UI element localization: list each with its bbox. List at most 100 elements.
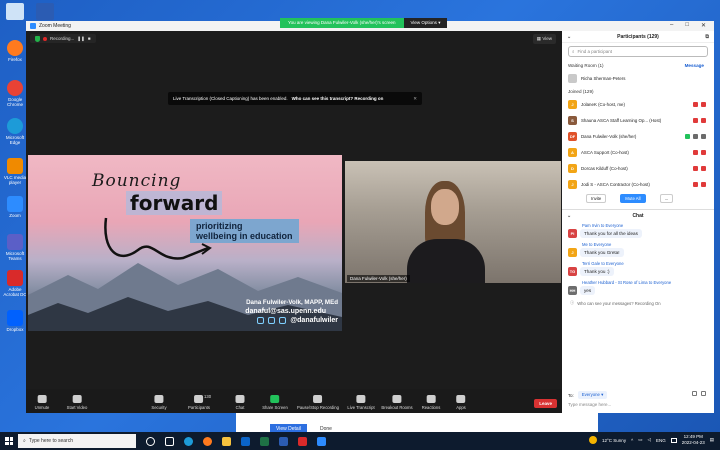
reactions-button[interactable]: Reactions [422, 395, 440, 410]
taskbar-search[interactable]: ⌕ Type here to search [18, 434, 136, 448]
view-options-button[interactable]: View Options ▾ [403, 18, 448, 28]
chat-message: Pam Irvin to Everyone PI Thank you for a… [562, 221, 714, 240]
desktop-icon-firefox[interactable]: Firefox [2, 40, 28, 62]
close-icon[interactable]: ✕ [701, 22, 706, 29]
recipient-select[interactable]: Everyone ▾ [577, 391, 608, 399]
message-link[interactable]: Message [685, 63, 704, 68]
meeting-area: Recording... ❚❚ ■ ▦ View Live Transcript… [26, 31, 562, 413]
word-icon[interactable] [36, 3, 54, 20]
unmute-button[interactable]: Unmute [35, 395, 49, 410]
chevron-up-icon[interactable]: ^ [631, 438, 633, 443]
waiting-room-section[interactable]: Waiting Room (1) Message [562, 60, 714, 70]
chat-header: ⌄ Chat [562, 209, 714, 221]
more-icon[interactable] [701, 391, 706, 396]
weather[interactable]: 12°C Sunny [602, 438, 626, 443]
avatar: J [568, 99, 577, 109]
outlook-icon[interactable] [241, 436, 250, 446]
start-button[interactable] [0, 437, 18, 445]
chat-input[interactable]: Type message here... [568, 402, 611, 407]
start-video-button[interactable]: Start Video [67, 395, 87, 410]
video-off-icon [72, 395, 82, 403]
excel-icon[interactable] [260, 436, 269, 446]
participant-row[interactable]: J JolaneK (Co-host, me) [562, 96, 714, 112]
recycle-bin-icon[interactable] [6, 3, 24, 20]
desktop-icon-edge[interactable]: Microsoft Edge [2, 118, 28, 145]
view-button[interactable]: ▦ View [532, 34, 556, 44]
cc-icon [356, 395, 366, 403]
desktop-icon-dropbox[interactable]: Dropbox [2, 310, 28, 332]
shared-screen-slide: Bouncing forward prioritizing wellbeing … [28, 155, 342, 331]
participant-row[interactable]: A ASCA Support (Co-host) [562, 144, 714, 160]
apps-icon [456, 395, 466, 403]
find-participant-input[interactable]: ⌕ Find a participant [568, 46, 708, 57]
network-icon[interactable]: ▭ [638, 437, 642, 443]
chat-button[interactable]: Chat [235, 395, 245, 410]
video-name-label: Dana Fulwiler-Volk (she/her) [347, 275, 410, 282]
notification-icon[interactable]: ▤ [710, 437, 714, 443]
microphone-muted-icon [693, 149, 698, 155]
more-button[interactable]: ... [659, 194, 674, 203]
teams-icon [7, 234, 23, 250]
taskbar: ⌕ Type here to search 12°C Sunny ^ ▭ ◁ E… [0, 432, 720, 450]
desktop-icon-acrobat[interactable]: Adobe Acrobat DC [2, 270, 28, 297]
participant-row[interactable]: D Dorcas Kilduff (Co-host) [562, 160, 714, 176]
mute-all-button[interactable]: Mute All [620, 194, 646, 203]
stop-icon[interactable]: ■ [88, 36, 91, 41]
chat-visibility-notice[interactable]: ⓘ Who can see your messages? Recording O… [562, 297, 714, 309]
avatar: DF [568, 131, 577, 141]
chat-icon [235, 395, 245, 403]
task-view-icon[interactable] [146, 436, 155, 446]
file-icon[interactable] [692, 391, 697, 396]
linkedin-icon [279, 317, 287, 324]
zoom-icon[interactable] [317, 436, 326, 446]
presenter-email: danaful@sas.upenn.edu [245, 308, 326, 315]
participant-row[interactable]: J Jodi S - ASCA Contractor (Co-host) [562, 176, 714, 192]
avatar: A [568, 147, 577, 157]
firefox-icon [7, 40, 23, 56]
file-explorer-icon[interactable] [222, 436, 231, 446]
shield-icon[interactable] [35, 35, 40, 42]
pause-recording-button[interactable]: Pause/Stop Recording [297, 395, 339, 410]
widgets-icon[interactable] [165, 436, 174, 446]
participant-row[interactable]: DF Dana Fulwiler-Volk (she/her) [562, 128, 714, 144]
desktop-icon-vlc[interactable]: VLC media player [2, 158, 28, 185]
breakout-rooms-button[interactable]: Breakout Rooms [381, 395, 413, 410]
live-transcript-button[interactable]: Live Transcript [347, 395, 375, 410]
minimize-icon[interactable]: – [670, 22, 673, 29]
acrobat-icon[interactable] [298, 436, 307, 446]
desktop-icon-chrome[interactable]: Google Chrome [2, 80, 28, 107]
security-button[interactable]: Security [151, 395, 167, 410]
window-title: Zoom Meeting [39, 23, 71, 29]
participant-video[interactable]: Dana Fulwiler-Volk (she/her) [345, 161, 561, 283]
desktop-icon-teams[interactable]: Microsoft Teams [2, 234, 28, 261]
waiting-participant-row[interactable]: Richa Sherman-Peters [562, 70, 714, 86]
edge-icon[interactable] [184, 436, 193, 446]
participant-row[interactable]: S Shauna ASCA Staff Learning Op... (Host… [562, 112, 714, 128]
desktop-icon-zoom[interactable]: Zoom [2, 196, 28, 218]
firefox-icon[interactable] [203, 436, 212, 446]
leave-button[interactable]: Leave [534, 399, 557, 408]
pause-icon[interactable]: ❚❚ [77, 36, 85, 42]
participants-header: ⌄ Participants (129) ⧉ [562, 31, 714, 43]
close-icon[interactable]: ✕ [413, 96, 417, 102]
word-icon[interactable] [279, 436, 288, 446]
share-screen-button[interactable]: Share Screen [262, 395, 288, 410]
invite-button[interactable]: Invite [586, 194, 607, 203]
volume-icon[interactable]: ◁ [647, 437, 650, 443]
zoom-window: Zoom Meeting You are viewing Dana Fulwil… [26, 18, 714, 413]
search-icon: ⌕ [572, 49, 575, 54]
chevron-down-icon[interactable]: ⌄ [567, 213, 571, 219]
wifi-icon[interactable] [670, 437, 677, 443]
language[interactable]: ENG [656, 438, 666, 443]
clock[interactable]: 12:49 PM 2022-04-23 [682, 434, 705, 446]
participants-button[interactable]: Participants 130 [188, 394, 211, 410]
joined-section[interactable]: Joined (129) [562, 86, 714, 96]
vlc-icon [7, 158, 23, 174]
chevron-down-icon[interactable]: ⌄ [567, 34, 571, 40]
apps-button[interactable]: Apps [456, 395, 466, 410]
recording-indicator: Recording... ❚❚ ■ [30, 34, 96, 43]
avatar [568, 73, 577, 83]
video-off-icon [701, 149, 706, 155]
maximize-icon[interactable]: □ [685, 22, 689, 29]
popout-icon[interactable]: ⧉ [705, 34, 709, 40]
